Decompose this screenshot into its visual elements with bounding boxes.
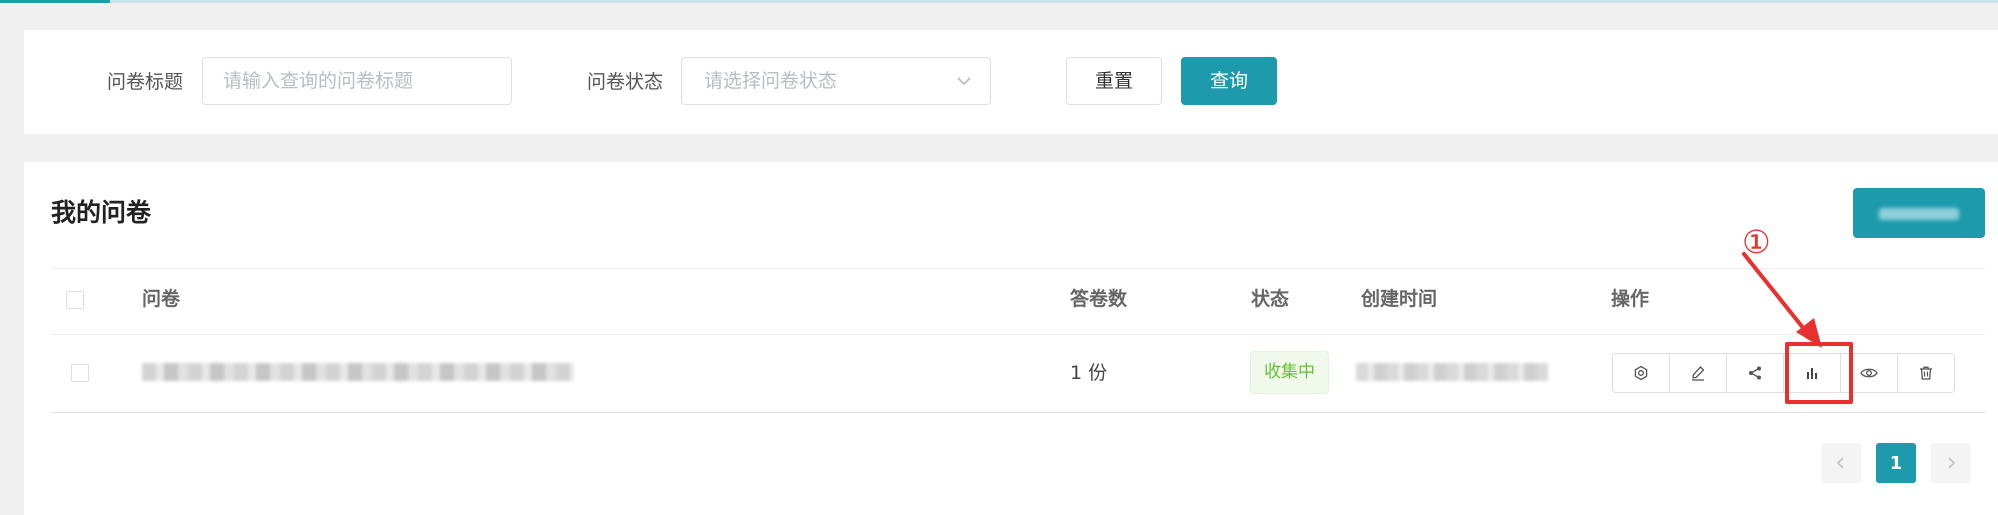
table-header-divider — [51, 334, 1985, 335]
delete-button[interactable] — [1897, 353, 1955, 393]
status-select-placeholder: 请选择问卷状态 — [704, 70, 838, 92]
status-badge: 收集中 — [1250, 351, 1329, 394]
status-filter-label: 问卷状态 — [587, 71, 664, 93]
status-select[interactable]: 请选择问卷状态 — [681, 57, 991, 105]
survey-list-panel — [24, 162, 1998, 515]
column-header-survey[interactable]: 问卷 — [142, 285, 180, 313]
share-button[interactable] — [1726, 353, 1784, 393]
bar-chart-icon — [1807, 368, 1817, 379]
prev-page-button[interactable] — [1821, 443, 1861, 483]
blurred-button-label — [1879, 208, 1959, 220]
eye-icon — [1860, 368, 1878, 378]
edit-icon — [1692, 366, 1705, 381]
survey-title-redacted[interactable] — [142, 363, 574, 381]
settings-button[interactable] — [1612, 353, 1670, 393]
chevron-down-icon — [957, 77, 971, 86]
reset-button[interactable]: 重置 — [1066, 57, 1162, 105]
trash-icon — [1920, 366, 1932, 380]
preview-button[interactable] — [1840, 353, 1898, 393]
statistics-button[interactable] — [1783, 353, 1841, 393]
edit-button[interactable] — [1669, 353, 1727, 393]
column-header-responses[interactable]: 答卷数 — [1070, 285, 1127, 313]
top-accent-bar — [0, 0, 1998, 3]
annotation-step-number: ① — [1742, 223, 1771, 261]
top-accent-active — [0, 0, 110, 3]
column-header-status[interactable]: 状态 — [1251, 285, 1289, 313]
column-header-actions: 操作 — [1611, 288, 1650, 310]
page-number-current[interactable]: 1 — [1876, 443, 1916, 483]
row-action-group — [1612, 353, 1955, 393]
page-title: 我的问卷 — [51, 198, 152, 227]
next-page-button[interactable] — [1931, 443, 1971, 483]
chevron-right-icon — [1948, 457, 1956, 469]
row-checkbox[interactable] — [71, 364, 89, 382]
settings-icon — [1634, 365, 1648, 381]
table-top-divider — [51, 268, 1985, 269]
select-all-checkbox[interactable] — [66, 291, 84, 309]
title-filter-label: 问卷标题 — [107, 71, 184, 93]
create-survey-button[interactable] — [1853, 188, 1985, 238]
chevron-left-icon — [1836, 457, 1844, 469]
column-header-created[interactable]: 创建时间 — [1361, 285, 1437, 313]
created-time-redacted — [1356, 363, 1548, 381]
title-search-input[interactable] — [202, 57, 512, 105]
table-bottom-divider — [51, 412, 1985, 413]
response-count: 1 份 — [1070, 362, 1108, 384]
search-button[interactable]: 查询 — [1181, 57, 1277, 105]
share-icon — [1749, 366, 1761, 380]
